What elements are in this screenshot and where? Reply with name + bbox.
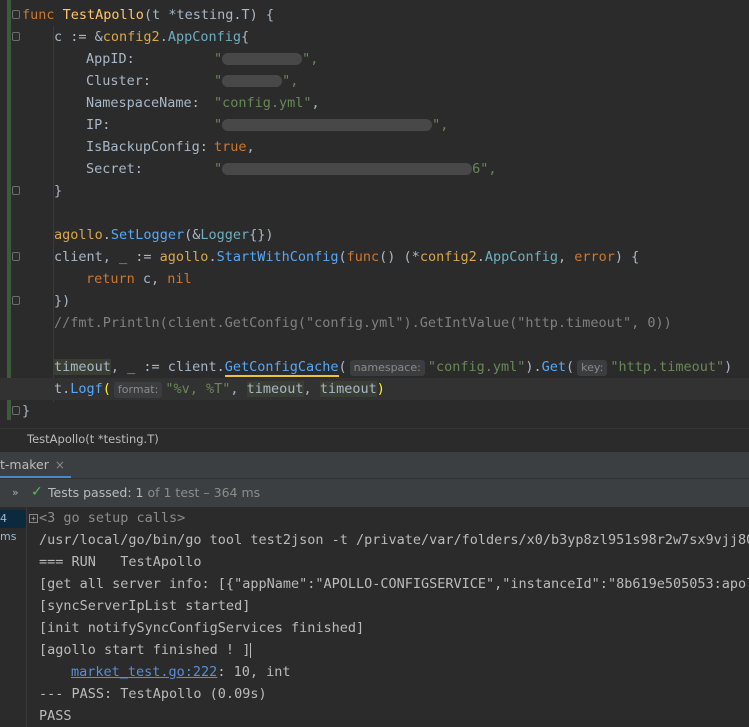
config-field-namespace: NamespaceName: "config.yml", (86, 95, 320, 111)
code-line-return: return c, nil (86, 271, 192, 287)
code-line-set-logger: agollo.SetLogger(&Logger{}) (54, 227, 274, 243)
close-icon[interactable]: × (55, 458, 65, 472)
code-line-get-config-cache: timeout, _ := client.GetConfigCache(name… (54, 359, 733, 377)
tab-run-config[interactable]: t-maker × (0, 452, 71, 479)
source-link[interactable]: market_test.go:222 (71, 664, 217, 680)
console-line: --- PASS: TestApollo (0.09s) (39, 686, 267, 702)
redacted-value (222, 163, 473, 175)
indent-guide (53, 26, 54, 402)
check-icon: ✓ (31, 484, 43, 500)
test-status-bar: » ✓ Tests passed: 1 of 1 test – 364 ms (0, 478, 749, 508)
console-output[interactable]: 4 ms + <3 go setup calls> /usr/local/go/… (0, 507, 749, 727)
config-field-secret: Secret: " 6", (86, 161, 497, 177)
console-line: [init notifySyncConfigServices finished] (39, 620, 365, 636)
run-tool-window-tabs: t-maker × (0, 451, 749, 479)
redacted-value (222, 75, 283, 87)
fold-icon[interactable] (12, 296, 20, 305)
console-line: [agollo start finished ! ] (39, 642, 252, 658)
chevron-double-right-icon[interactable]: » (12, 486, 19, 499)
console-line: [syncServerIpList started] (39, 598, 251, 614)
param-hint-namespace: namespace: (349, 360, 425, 376)
code-line-config-assign: c := &config2.AppConfig{ (54, 29, 250, 45)
fold-icon[interactable] (12, 32, 20, 41)
console-line: PASS (39, 708, 72, 724)
redacted-value (222, 119, 433, 131)
console-line: [get all server info: [{"appName":"APOLL… (39, 576, 749, 592)
code-line-logf: t.Logf(format: "%v, %T", timeout, timeout… (54, 381, 385, 398)
fold-icon[interactable] (12, 10, 20, 19)
config-field-cluster: Cluster: " ", (86, 73, 299, 89)
code-line-comment: //fmt.Println(client.GetConfig("config.y… (54, 315, 672, 331)
text-caret (250, 642, 252, 658)
console-line: === RUN TestApollo (39, 554, 202, 570)
config-field-isbackup: IsBackupConfig: true, (86, 139, 255, 155)
expand-icon[interactable]: + (29, 514, 38, 523)
console-log-line: market_test.go:222: 10, int (71, 664, 291, 680)
fold-icon[interactable] (12, 186, 20, 195)
param-hint-key: key: (577, 360, 608, 376)
param-hint-format: format: (113, 382, 163, 398)
fold-icon[interactable] (12, 252, 20, 261)
code-line-signature: func TestApollo(t *testing.T) { (22, 7, 274, 23)
console-line: /usr/local/go/bin/go tool test2json -t /… (39, 532, 749, 548)
code-line-start-with-config: client, _ := agollo.StartWithConfig(func… (54, 249, 640, 265)
code-line-end-brace: } (22, 403, 31, 419)
duration-badge: 4 ms (0, 510, 26, 543)
console-divider (26, 507, 27, 727)
code-line-config-close: } (54, 183, 63, 199)
redacted-value (222, 53, 303, 65)
code-line-close-paren: }) (54, 293, 71, 309)
breadcrumb[interactable]: TestApollo(t *testing.T) (27, 432, 159, 446)
console-line: <3 go setup calls> (39, 510, 186, 526)
config-field-appid: AppID: " ", (86, 51, 319, 67)
test-status-text: Tests passed: 1 of 1 test – 364 ms (48, 485, 261, 500)
code-editor[interactable]: func TestApollo(t *testing.T) { c := &co… (0, 0, 749, 428)
fold-icon[interactable] (12, 406, 20, 415)
change-marker (7, 0, 11, 420)
breadcrumb-bar: TestApollo(t *testing.T) (0, 428, 749, 451)
config-field-ip: IP: " ", (86, 117, 449, 133)
